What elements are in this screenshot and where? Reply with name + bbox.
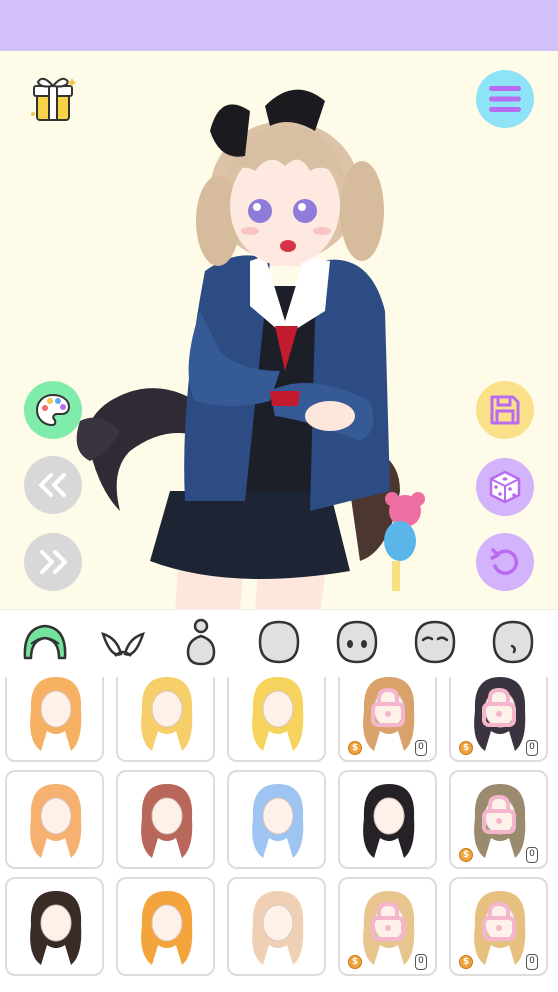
tab-brows[interactable] — [405, 614, 465, 674]
coin-icon: $ — [459, 848, 473, 862]
hair-item-tile[interactable] — [116, 770, 215, 869]
coin-icon: $ — [348, 741, 362, 755]
menu-button[interactable] — [476, 70, 534, 128]
tab-eyes[interactable] — [327, 614, 387, 674]
hair-item-tile[interactable] — [227, 877, 326, 976]
randomize-button[interactable] — [476, 458, 534, 516]
item-price: 0 — [526, 847, 538, 863]
hair-item-tile[interactable] — [116, 677, 215, 762]
hair-preview-icon — [141, 677, 193, 751]
tab-mouth[interactable] — [483, 614, 543, 674]
top-bar — [0, 0, 558, 51]
gift-icon — [28, 72, 78, 124]
hair-icon — [21, 622, 69, 666]
hair-preview-icon — [141, 891, 193, 965]
item-price: 0 — [526, 740, 538, 756]
hair-preview-icon — [30, 891, 82, 965]
next-button[interactable] — [24, 533, 82, 591]
hair-preview-icon — [252, 677, 304, 751]
character-preview — [76, 89, 425, 609]
eyes-icon — [334, 620, 380, 668]
hair-item-tile[interactable]: $0 — [449, 770, 548, 869]
fast-forward-icon — [36, 550, 70, 574]
gift-button[interactable] — [24, 69, 82, 127]
tab-hair[interactable] — [15, 614, 75, 674]
undo-icon — [489, 546, 521, 578]
hair-item-tile[interactable] — [5, 877, 104, 976]
body-icon — [184, 618, 218, 670]
tab-head[interactable] — [249, 614, 309, 674]
dressup-stage — [0, 51, 558, 609]
item-price: 0 — [415, 740, 427, 756]
item-price: 0 — [526, 954, 538, 970]
rewind-icon — [36, 473, 70, 497]
brows-icon — [412, 620, 458, 668]
undo-button[interactable] — [476, 533, 534, 591]
tab-body[interactable] — [171, 614, 231, 674]
lock-icon — [371, 901, 405, 941]
lock-icon — [482, 794, 516, 834]
hair-item-tile[interactable]: $0 — [449, 677, 548, 762]
tab-ears[interactable] — [93, 614, 153, 674]
category-tab-bar — [0, 609, 558, 677]
lock-icon — [482, 901, 516, 941]
hair-item-tile[interactable]: $0 — [338, 877, 437, 976]
hair-item-tile[interactable]: $0 — [449, 877, 548, 976]
palette-icon — [35, 393, 71, 427]
hair-preview-icon — [30, 784, 82, 858]
hair-preview-icon — [30, 677, 82, 751]
coin-icon: $ — [348, 955, 362, 969]
hair-item-grid: $0 $0 $0 $0 $0 — [0, 677, 558, 992]
hair-preview-icon — [252, 784, 304, 858]
coin-icon: $ — [459, 741, 473, 755]
menu-icon — [488, 85, 522, 113]
hair-item-tile[interactable]: $0 — [338, 677, 437, 762]
mouth-icon — [490, 620, 536, 668]
save-button[interactable] — [476, 381, 534, 439]
color-palette-button[interactable] — [24, 381, 82, 439]
dice-icon — [488, 470, 522, 504]
ears-icon — [99, 624, 147, 664]
hair-preview-icon — [141, 784, 193, 858]
save-icon — [489, 394, 521, 426]
lock-icon — [371, 687, 405, 727]
lock-icon — [482, 687, 516, 727]
hair-item-tile[interactable] — [227, 677, 326, 762]
previous-button[interactable] — [24, 456, 82, 514]
item-price: 0 — [415, 954, 427, 970]
hair-preview-icon — [363, 784, 415, 858]
hair-item-tile[interactable] — [5, 677, 104, 762]
coin-icon: $ — [459, 955, 473, 969]
hair-item-tile[interactable] — [338, 770, 437, 869]
hair-item-tile[interactable] — [116, 877, 215, 976]
hair-item-tile[interactable] — [5, 770, 104, 869]
hair-item-tile[interactable] — [227, 770, 326, 869]
head-icon — [256, 620, 302, 668]
hair-preview-icon — [252, 891, 304, 965]
